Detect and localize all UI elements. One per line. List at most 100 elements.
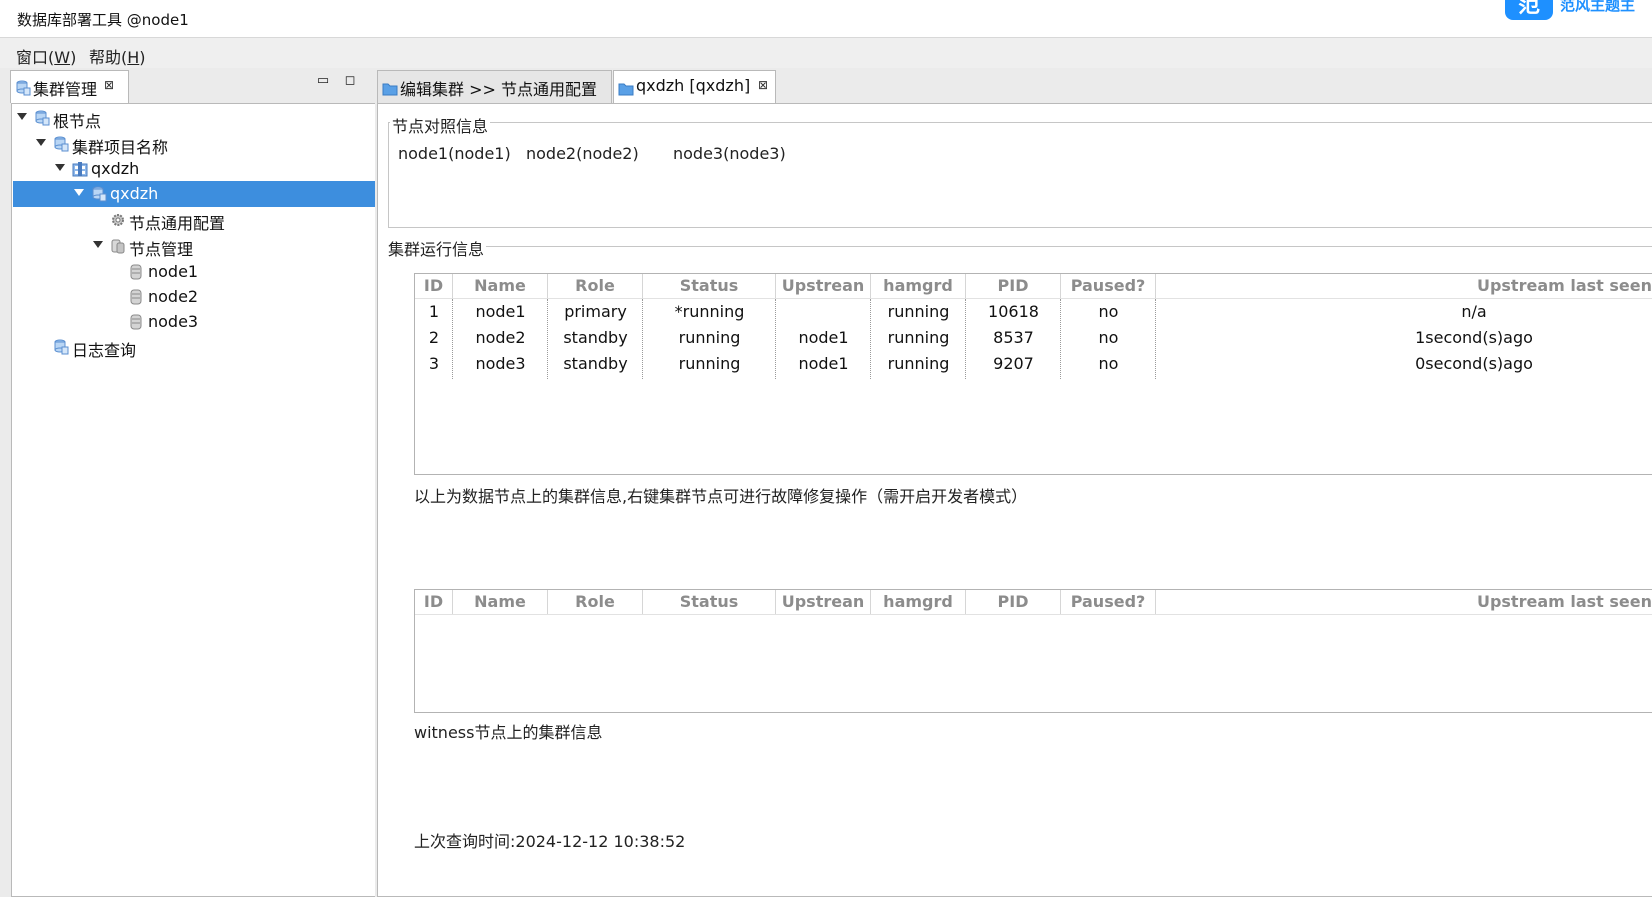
tree-item-label: qxdzh [91,159,140,178]
maximize-view-button[interactable]: ◻ [342,73,358,88]
last-query-time: 上次查询时间:2024-12-12 10:38:52 [414,832,686,851]
cell-pid: 9207 [993,354,1034,373]
run-info-title: 集群运行信息 [386,236,487,260]
node-mapping-node3: node3(node3) [673,144,786,163]
column-header-role[interactable]: Role [548,590,643,614]
tree-item-label: node2 [148,287,199,306]
close-icon[interactable]: ⊠ [758,78,768,92]
close-icon[interactable]: ⊠ [104,78,114,92]
database-icon [53,136,69,156]
window-title: 数据库部署工具 @node1 [17,11,189,29]
column-header-upstream[interactable]: Upstrean [776,590,871,614]
database-icon [34,110,50,130]
cluster-editor: 节点对照信息 node1(node1) node2(node2) node3(n… [377,103,1652,897]
folder-icon [618,81,634,100]
cell-status: running [678,328,741,347]
tab-qxdzh[interactable]: qxdzh [qxdzh] ⊠ [613,70,776,103]
column-header-hamgrd[interactable]: hamgrd [871,274,966,298]
editor-area: 编辑集群 >> 节点通用配置 qxdzh [qxdzh] ⊠ 节点对照信息 no… [375,70,1652,897]
column-header-pid[interactable]: PID [966,590,1061,614]
db-node-icon [130,314,142,334]
cell-role: primary [564,302,627,321]
node-mapping-node1: node1(node1) [398,144,511,163]
cell-paused: no [1098,354,1119,373]
tab-edit-cluster-config[interactable]: 编辑集群 >> 节点通用配置 [377,70,612,103]
column-header-id[interactable]: ID [415,590,453,614]
chevron-down-icon[interactable] [55,164,65,171]
tree-item-cluster-project[interactable]: 集群项目名称 [13,131,388,157]
witness-cluster-table[interactable]: ID Name Role Status Upstrean hamgrd PID … [414,589,1652,713]
tab-cluster-management-label: 集群管理 [33,80,98,99]
tree-item-qxdzh-project[interactable]: qxdzh [13,156,388,182]
chevron-down-icon[interactable] [17,113,27,120]
tree-item-node3[interactable]: node3 [13,309,388,335]
column-header-status[interactable]: Status [643,590,776,614]
cell-upstream: node1 [798,328,849,347]
cell-id: 1 [428,302,440,321]
run-info-separator [486,246,1652,247]
column-header-role[interactable]: Role [548,274,643,298]
tree-item-node1[interactable]: node1 [13,259,388,285]
cell-upstream-last-seen: 0second(s)ago [1415,354,1533,373]
gear-icon [110,212,126,232]
tab-label: 编辑集群 >> 节点通用配置 [400,80,597,99]
cell-paused: no [1098,302,1119,321]
node-mapping-node2: node2(node2) [526,144,639,163]
tree-item-node2[interactable]: node2 [13,284,388,310]
node-mapping-title: 节点对照信息 [390,113,491,137]
column-header-status[interactable]: Status [643,274,776,298]
data-node-cluster-table[interactable]: ID Name Role Status Upstrean hamgrd PID … [414,273,1652,475]
minimize-view-button[interactable]: ▭ [315,73,331,88]
database-icon [53,339,69,359]
cell-status: running [678,354,741,373]
tree-item-log-query[interactable]: 日志查询 [13,334,388,360]
cell-status: *running [674,302,745,321]
tab-label: qxdzh [qxdzh] [636,76,751,95]
tree-item-qxdzh-cluster[interactable]: qxdzh [13,181,388,207]
column-header-name[interactable]: Name [453,274,548,298]
column-header-name[interactable]: Name [453,590,548,614]
folder-icon [382,81,398,100]
server-icon [110,238,126,258]
cell-upstream-last-seen: 1second(s)ago [1415,328,1533,347]
cell-role: standby [563,328,628,347]
column-header-hamgrd[interactable]: hamgrd [871,590,966,614]
chevron-down-icon[interactable] [93,241,103,248]
menu-window-label: 窗口( [16,48,55,67]
chevron-down-icon[interactable] [74,189,84,196]
app-badge-icon[interactable]: 范 [1505,0,1553,20]
column-header-upstream[interactable]: Upstrean [776,274,871,298]
app-badge-label[interactable]: 范风主题主 [1560,0,1635,15]
db-node-icon [130,289,142,309]
cell-role: standby [563,354,628,373]
column-header-id[interactable]: ID [415,274,453,298]
cell-pid: 8537 [993,328,1034,347]
db-node-icon [130,264,142,284]
menu-help[interactable]: 帮助(H) [89,44,146,68]
chevron-down-icon[interactable] [36,139,46,146]
tree-item-node-common-config[interactable]: 节点通用配置 [13,207,388,233]
building-icon [72,161,88,181]
tree-item-node-management[interactable]: 节点管理 [13,233,388,259]
column-header-paused[interactable]: Paused? [1061,590,1156,614]
column-header-upstream-last-seen[interactable]: Upstream last seen [1156,590,1652,614]
tree-item-label: 集群项目名称 [72,138,169,157]
menu-help-label: 帮助( [89,48,128,67]
tab-cluster-management[interactable]: 集群管理 ⊠ [10,70,129,103]
cell-id: 2 [428,328,440,347]
cell-name: node3 [475,354,526,373]
menu-bar: 窗口(W) 帮助(H) [0,38,1652,68]
cell-upstream-last-seen: n/a [1461,302,1487,321]
tree-item-root[interactable]: 根节点 [13,105,388,131]
column-header-paused[interactable]: Paused? [1061,274,1156,298]
menu-window[interactable]: 窗口(W) [16,44,76,68]
menu-help-label-end: ) [139,48,146,67]
table-header-divider [415,614,1652,615]
column-header-pid[interactable]: PID [966,274,1061,298]
cluster-tree: 根节点 集群项目名称 qxdzh qxdzh 节点通用配置 节点管理 node1… [11,103,390,897]
database-icon [91,186,107,206]
tree-item-label: node3 [148,312,199,331]
cell-id: 3 [428,354,440,373]
cell-name: node1 [475,302,526,321]
column-header-upstream-last-seen[interactable]: Upstream last seen [1156,274,1652,298]
